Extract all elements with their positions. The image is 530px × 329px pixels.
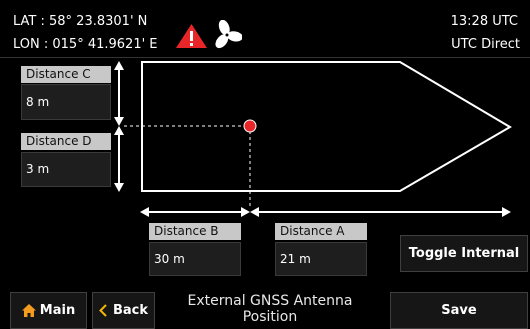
distance-a-field[interactable]: 21 m [275,242,367,276]
page-title: External GNSS Antenna Position [187,293,353,325]
distance-d-label: Distance D [21,133,111,150]
chevron-left-icon [99,304,107,317]
distance-c-field[interactable]: 8 m [21,84,111,120]
distance-a-label: Distance A [275,223,367,240]
antenna-marker [243,119,257,133]
distance-c-label: Distance C [21,66,111,83]
distance-b-label: Distance B [149,223,241,240]
toggle-internal-label: Toggle Internal [408,246,520,261]
distance-b-field[interactable]: 30 m [149,242,241,276]
main-button-label: Main [39,303,76,318]
distance-d-field[interactable]: 3 m [21,152,111,187]
save-button-label: Save [441,303,477,318]
toggle-internal-button[interactable]: Toggle Internal [400,235,528,272]
back-button-label: Back [112,303,149,318]
back-button[interactable]: Back [92,292,155,329]
home-icon [21,304,36,317]
main-button[interactable]: Main [10,292,87,329]
save-button[interactable]: Save [390,292,528,329]
